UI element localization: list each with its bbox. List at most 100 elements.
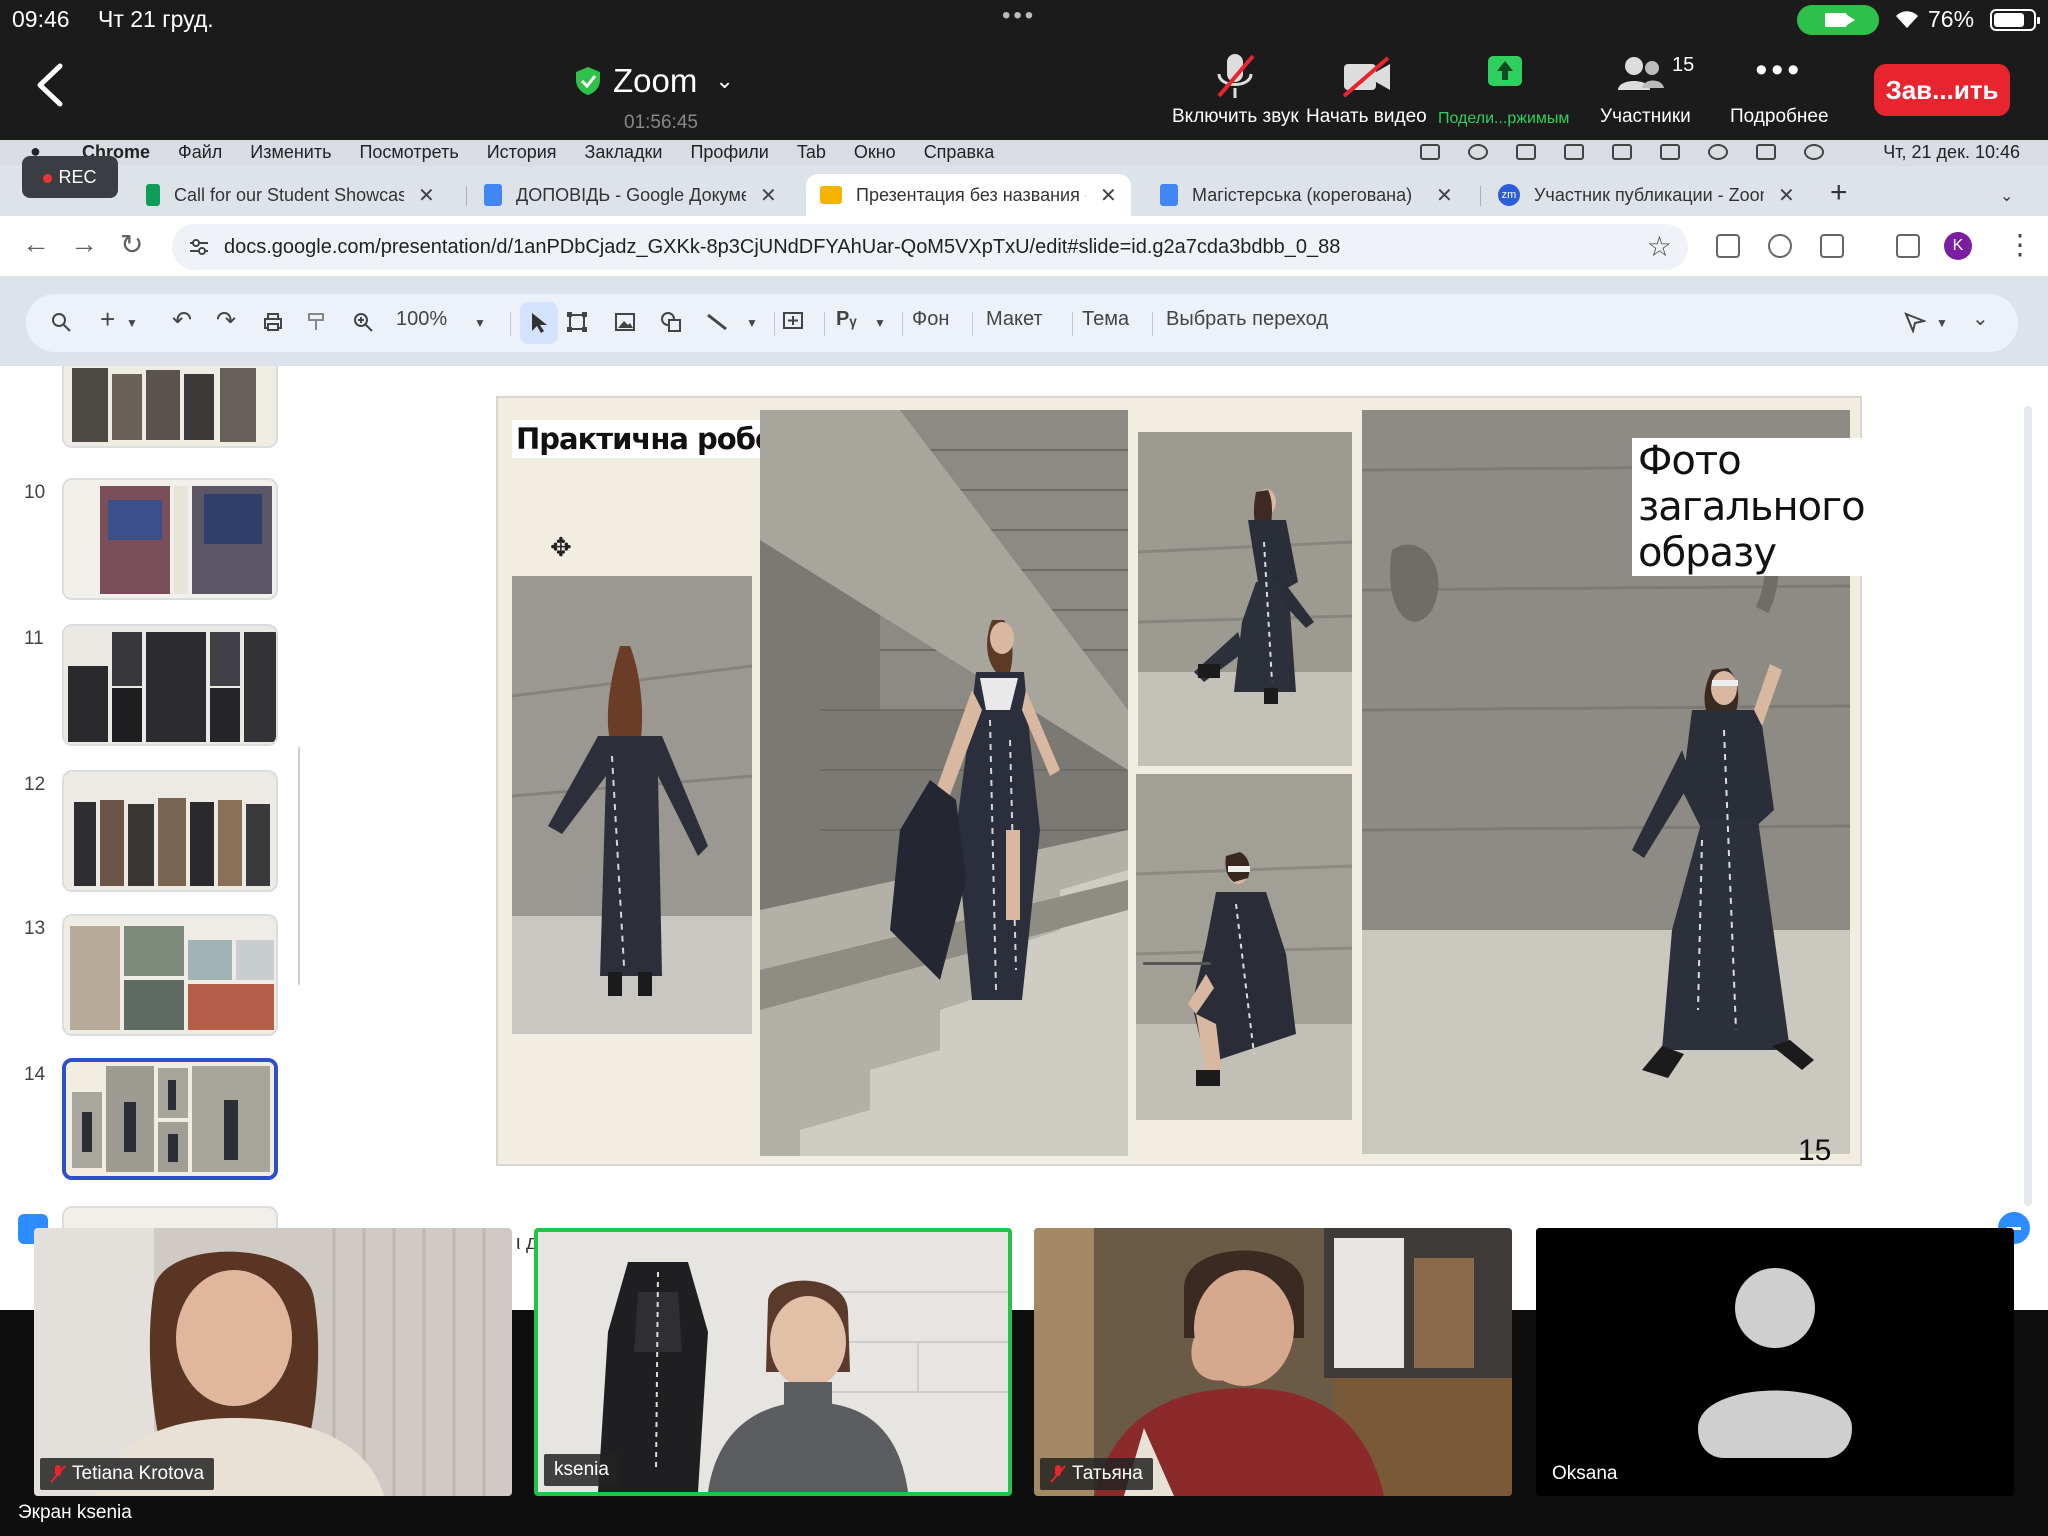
more-button[interactable]: ••• Подробнее (1730, 50, 1829, 128)
participant-tile[interactable]: Tetiana Krotova (34, 1228, 512, 1496)
menu-item[interactable]: Посмотреть (359, 142, 458, 163)
chevron-down-icon[interactable]: ▼ (1936, 316, 1948, 330)
profile-avatar[interactable]: K (1944, 232, 1972, 260)
slide-photo[interactable] (1138, 432, 1352, 766)
forward-arrow-icon[interactable]: → (70, 228, 98, 260)
menu-item[interactable]: История (487, 142, 557, 163)
menu-item[interactable]: Справка (924, 142, 995, 163)
panel-resize-handle[interactable] (1143, 962, 1211, 965)
menu-item[interactable]: Профили (690, 142, 768, 163)
browser-tab-active[interactable]: Презентация без названия - Google ✕ (806, 174, 1131, 216)
bookmark-star-icon[interactable]: ☆ (1647, 230, 1672, 263)
theme-button[interactable]: Тема (1082, 308, 1129, 331)
close-tab-icon[interactable]: ✕ (1778, 183, 1795, 208)
input-tools-icon[interactable]: Pᵧ (836, 308, 857, 331)
share-content-button[interactable]: Подели...ржимым (1438, 50, 1569, 128)
extension-new-icon[interactable] (1716, 234, 1740, 258)
collapse-toolbar-icon[interactable]: ⌄ (1972, 306, 1989, 331)
address-bar[interactable]: docs.google.com/presentation/d/1anPDbCja… (172, 224, 1688, 270)
slide-page-number[interactable]: 15 (1798, 1134, 1831, 1168)
siri-icon[interactable] (1804, 144, 1824, 160)
slide-thumbnail-selected[interactable] (62, 1058, 278, 1180)
slide-number: 14 (24, 1064, 46, 1085)
slide-thumbnail[interactable] (62, 914, 278, 1036)
side-panel-icon[interactable] (1896, 234, 1920, 258)
current-slide[interactable]: Практична робота ✥ Фото загального образ… (496, 396, 1871, 1168)
add-comment-icon[interactable] (782, 311, 804, 333)
flag-icon[interactable] (1516, 144, 1536, 160)
close-tab-icon[interactable]: ✕ (1100, 183, 1117, 208)
image-icon[interactable] (614, 311, 636, 333)
layout-button[interactable]: Макет (986, 308, 1043, 331)
browser-tab[interactable]: zm Участник публикации - Zoom ✕ (1484, 174, 1809, 216)
slide-thumbnail[interactable] (62, 624, 278, 746)
menu-item[interactable]: Tab (797, 142, 826, 163)
browser-tab[interactable]: Магістерська (корегована) ✕ (1146, 174, 1467, 216)
canvas-scrollbar[interactable] (2024, 406, 2032, 1206)
zoom-level[interactable]: 100% (396, 308, 447, 331)
menu-item[interactable]: Изменить (250, 142, 331, 163)
back-arrow-icon[interactable]: ← (22, 228, 50, 260)
transition-button[interactable]: Выбрать переход (1166, 308, 1328, 331)
redo-icon[interactable]: ↷ (216, 306, 236, 335)
battery-icon[interactable] (1612, 144, 1632, 160)
multitasking-dots-icon[interactable]: ••• (1002, 2, 1036, 30)
menu-item[interactable]: Окно (854, 142, 896, 163)
chevron-down-icon[interactable]: ▼ (746, 316, 758, 330)
search-icon[interactable] (1708, 144, 1728, 160)
extensions-puzzle-icon[interactable] (1820, 234, 1844, 258)
slide-thumbnail[interactable] (62, 770, 278, 892)
browser-tab[interactable]: Call for our Student Showcase ✕ (132, 174, 449, 216)
control-center-icon[interactable] (1756, 144, 1776, 160)
close-tab-icon[interactable]: ✕ (418, 183, 435, 208)
chevron-down-icon[interactable]: ▼ (874, 316, 886, 330)
pen-tool-icon[interactable] (1904, 311, 1926, 333)
shape-icon[interactable] (660, 311, 682, 333)
wifi-icon[interactable] (1660, 144, 1680, 160)
slide-thumbnail[interactable] (62, 366, 278, 448)
select-tool-button[interactable] (520, 302, 558, 344)
menu-item[interactable]: Файл (178, 142, 222, 163)
participant-tile[interactable]: Татьяна (1034, 1228, 1512, 1496)
participant-tile-speaking[interactable]: ksenia (534, 1228, 1012, 1496)
play-icon[interactable] (1468, 144, 1488, 160)
chevron-down-icon[interactable]: ▼ (126, 316, 138, 330)
new-slide-icon[interactable]: + (100, 304, 115, 335)
background-button[interactable]: Фон (912, 308, 949, 331)
browser-tab[interactable]: ДОПОВІДЬ - Google Документы ✕ (470, 174, 791, 216)
extension-globe-icon[interactable] (1768, 234, 1792, 258)
ios-status-bar: 09:46 Чт 21 груд. ••• 76% (0, 0, 2048, 40)
end-meeting-button[interactable]: Зав...ить (1874, 64, 2010, 116)
chevron-down-icon[interactable]: ▼ (474, 316, 486, 330)
tab-search-chevron-icon[interactable]: ⌄ (2000, 186, 2013, 206)
site-settings-icon[interactable] (188, 236, 210, 258)
slide-photo[interactable] (512, 576, 752, 1034)
participants-button[interactable]: 15 Участники (1600, 50, 1694, 128)
reload-icon[interactable]: ↻ (120, 228, 143, 261)
undo-icon[interactable]: ↶ (172, 306, 192, 335)
slide-thumbnail[interactable] (62, 478, 278, 600)
unmute-button[interactable]: Включить звук (1172, 50, 1299, 128)
bluetooth-icon[interactable] (1564, 144, 1584, 160)
slide-caption[interactable]: Фото загального образу (1632, 438, 1871, 576)
new-tab-button[interactable]: + (1830, 176, 1848, 210)
slide-photo[interactable] (760, 410, 1128, 1156)
search-icon[interactable] (50, 311, 72, 333)
select-frame-icon[interactable] (566, 311, 588, 333)
participant-tile[interactable]: Oksana (1536, 1228, 2014, 1496)
slide-photo[interactable] (1136, 774, 1352, 1120)
camera-in-use-icon[interactable] (1797, 5, 1879, 35)
print-icon[interactable] (262, 311, 284, 333)
meeting-app-title: Zoom (613, 62, 698, 99)
line-icon[interactable] (706, 311, 728, 333)
display-icon[interactable] (1420, 144, 1440, 160)
back-chevron-icon[interactable] (30, 60, 70, 110)
zoom-icon[interactable] (352, 311, 374, 333)
chrome-menu-icon[interactable]: ⋮ (2006, 228, 2034, 261)
paint-format-icon[interactable] (306, 311, 328, 333)
close-tab-icon[interactable]: ✕ (760, 183, 777, 208)
meeting-title-dropdown[interactable]: Zoom ⌄ (575, 62, 734, 100)
menu-item[interactable]: Закладки (585, 142, 663, 163)
close-tab-icon[interactable]: ✕ (1436, 183, 1453, 208)
start-video-button[interactable]: Начать видео (1306, 50, 1427, 128)
